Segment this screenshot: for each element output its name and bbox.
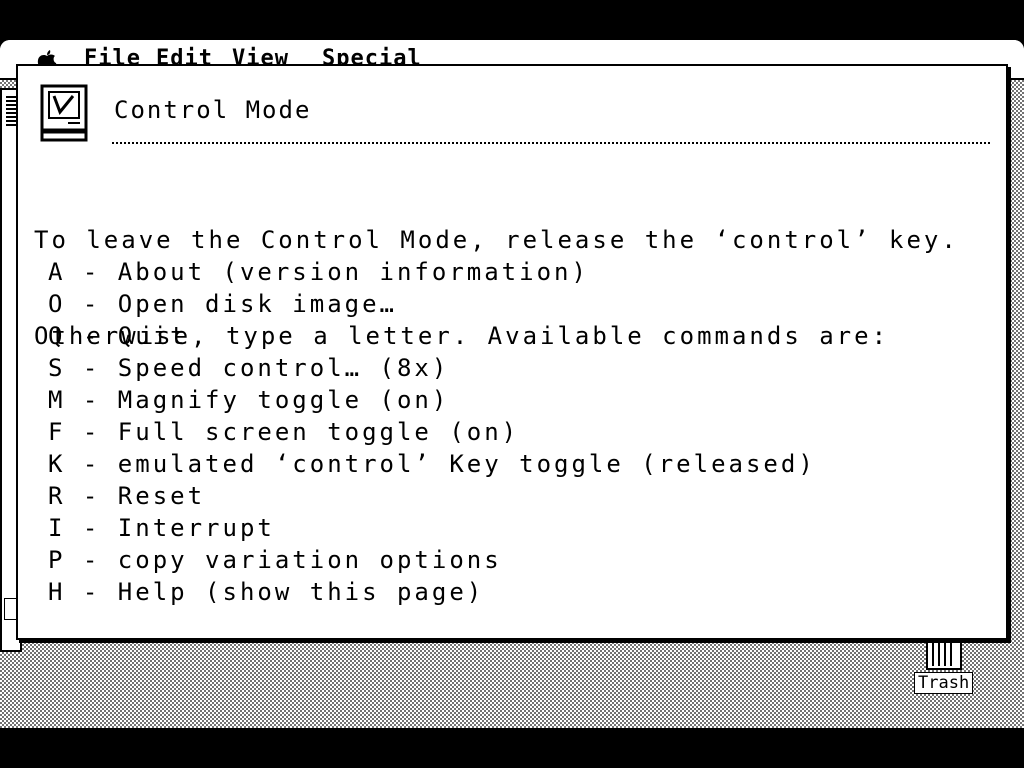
command-reset: R - Reset: [48, 482, 206, 510]
trash-icon[interactable]: [926, 638, 962, 670]
command-list: A - About (version information) O - Open…: [48, 256, 816, 608]
command-quit: Q - Quit: [48, 322, 188, 350]
mac-screen: File Edit View Special Trash Control Mod…: [0, 40, 1024, 728]
command-interrupt: I - Interrupt: [48, 514, 275, 542]
command-copy-variation-options: P - copy variation options: [48, 546, 502, 574]
command-help: H - Help (show this page): [48, 578, 485, 606]
control-mode-dialog: Control Mode To leave the Control Mode, …: [16, 64, 1008, 640]
dialog-title: Control Mode: [114, 96, 312, 124]
command-about: A - About (version information): [48, 258, 589, 286]
command-open-disk-image: O - Open disk image…: [48, 290, 397, 318]
window-title-stripes: [6, 96, 16, 126]
intro-line: To leave the Control Mode, release the ‘…: [34, 226, 959, 254]
command-full-screen-toggle: F - Full screen toggle (on): [48, 418, 520, 446]
trash[interactable]: Trash: [912, 638, 974, 700]
command-magnify-toggle: M - Magnify toggle (on): [48, 386, 450, 414]
title-divider: [112, 142, 990, 144]
command-speed-control: S - Speed control… (8x): [48, 354, 450, 382]
mac-screen-icon: [40, 84, 88, 142]
command-control-key-toggle: K - emulated ‘control’ Key toggle (relea…: [48, 450, 816, 478]
trash-stripes: [932, 640, 956, 666]
trash-label[interactable]: Trash: [914, 672, 974, 694]
